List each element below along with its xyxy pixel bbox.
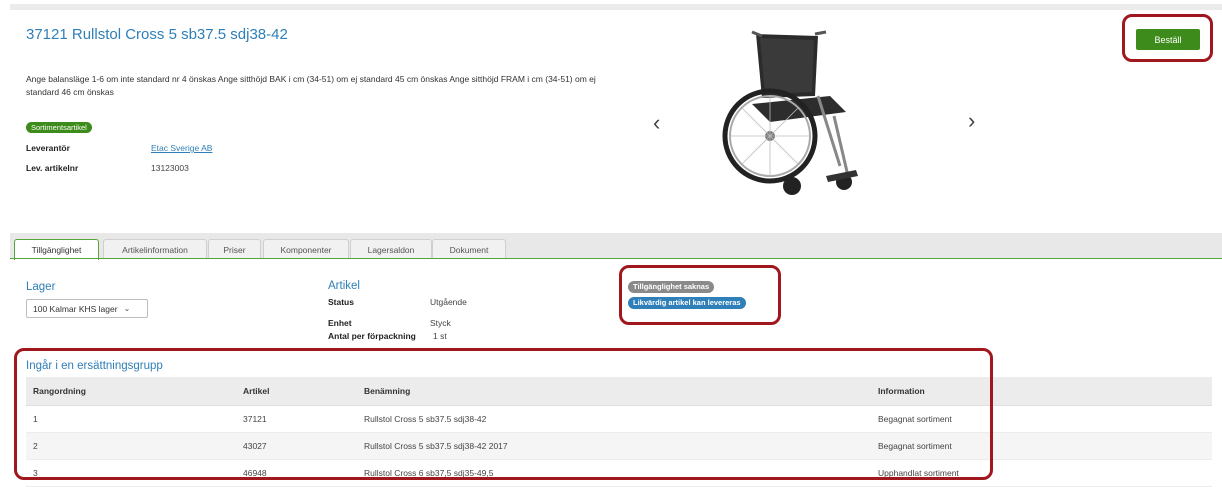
product-description: Ange balansläge 1-6 om inte standard nr … [26, 74, 596, 97]
article-title: Artikel [328, 280, 360, 292]
tab-tillganglighet[interactable]: Tillgänglighet [14, 239, 99, 260]
chevron-down-icon: ⌄ [123, 304, 131, 313]
stock-select[interactable]: 100 Kalmar KHS lager ⌄ [26, 299, 148, 318]
assortment-badge: Sortimentsartikel [26, 122, 92, 133]
carousel-prev-icon[interactable]: ‹ [653, 112, 660, 134]
tab-priser[interactable]: Priser [208, 239, 261, 259]
carousel-next-icon[interactable]: › [968, 110, 975, 132]
status-label: Status [328, 297, 354, 307]
tab-dokument[interactable]: Dokument [432, 239, 506, 259]
unit-label: Enhet [328, 318, 352, 328]
order-highlight [1122, 14, 1213, 62]
top-bar [10, 4, 1222, 10]
tab-komponenter[interactable]: Komponenter [263, 239, 349, 259]
per-pack-value: 1 st [433, 331, 447, 341]
supplier-artno-label: Lev. artikelnr [26, 163, 79, 173]
replacement-highlight [14, 348, 993, 480]
tab-lagersaldon[interactable]: Lagersaldon [350, 239, 432, 259]
supplier-artno-value: 13123003 [151, 163, 189, 173]
unit-value: Styck [430, 318, 451, 328]
supplier-label: Leverantör [26, 143, 70, 153]
tab-artikelinformation[interactable]: Artikelinformation [103, 239, 207, 259]
stock-select-value: 100 Kalmar KHS lager [33, 303, 118, 314]
product-title: 37121 Rullstol Cross 5 sb37.5 sdj38-42 [26, 26, 288, 43]
wheelchair-photo [722, 30, 858, 195]
tab-underline [10, 258, 1222, 259]
availability-highlight [619, 265, 781, 325]
status-value: Utgående [430, 297, 467, 307]
supplier-link[interactable]: Etac Sverige AB [151, 143, 212, 153]
per-pack-label: Antal per förpackning [328, 331, 416, 341]
stock-title: Lager [26, 281, 56, 293]
